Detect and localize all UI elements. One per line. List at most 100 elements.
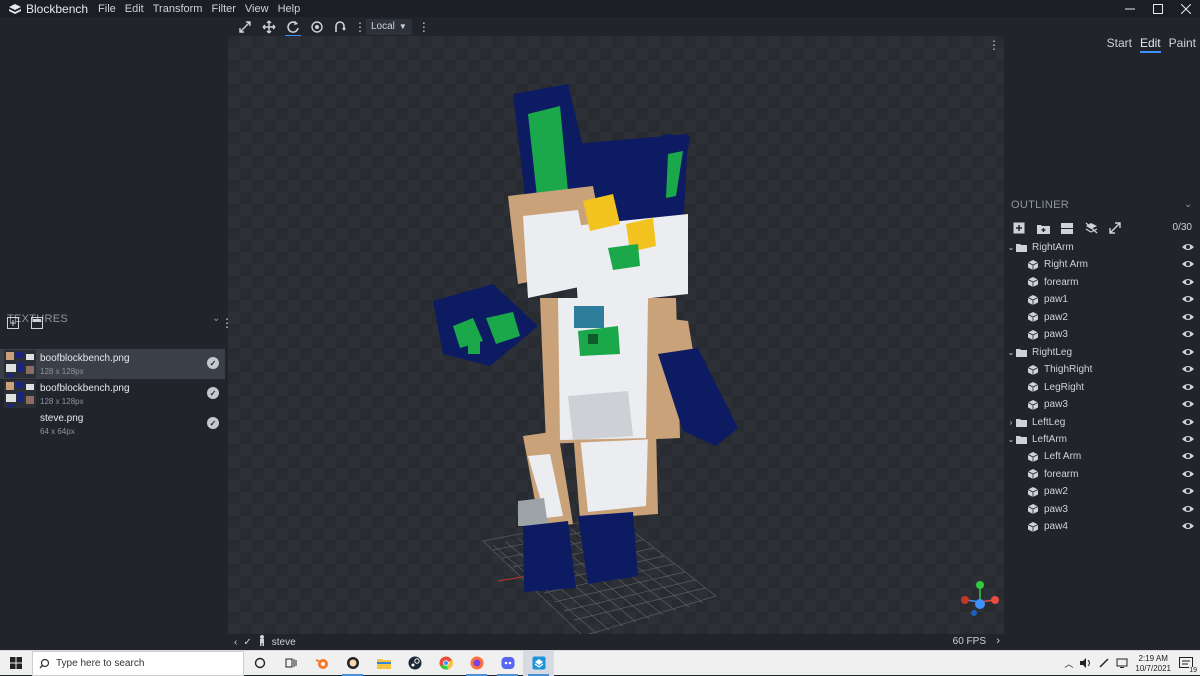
- chevron-right-icon[interactable]: ›: [1006, 418, 1016, 427]
- eye-icon[interactable]: [1182, 242, 1194, 252]
- menu-view[interactable]: View: [245, 3, 269, 15]
- tab-paint[interactable]: Paint: [1169, 36, 1196, 53]
- tab-start[interactable]: Start: [1107, 36, 1132, 53]
- eye-icon[interactable]: [1182, 469, 1194, 479]
- network-icon[interactable]: [1116, 658, 1128, 670]
- outliner-cube[interactable]: paw1: [1004, 291, 1200, 308]
- vertex-snap-icon[interactable]: [330, 18, 352, 36]
- menu-edit[interactable]: Edit: [125, 3, 144, 15]
- taskbar-search-input[interactable]: Type here to search: [32, 650, 244, 676]
- menu-file[interactable]: File: [98, 3, 116, 15]
- blockbench-taskbar-icon[interactable]: [523, 650, 554, 676]
- outliner-cube[interactable]: forearm: [1004, 274, 1200, 291]
- expand-icon[interactable]: [1106, 221, 1124, 235]
- axis-gizmo-icon[interactable]: [956, 580, 1002, 620]
- eye-icon[interactable]: [1182, 417, 1194, 427]
- pen-icon[interactable]: [1099, 657, 1109, 670]
- eye-icon[interactable]: [1182, 399, 1194, 409]
- eye-icon[interactable]: [1182, 312, 1194, 322]
- toolbar-more-icon[interactable]: ⋮: [354, 20, 366, 34]
- chevron-down-icon[interactable]: ⌄: [1006, 435, 1016, 444]
- transform-space-select[interactable]: Local ▼: [366, 18, 412, 35]
- chevron-down-icon[interactable]: ⌄: [1006, 243, 1016, 252]
- outliner-cube[interactable]: paw2: [1004, 309, 1200, 326]
- chevron-down-icon[interactable]: ⌄: [1006, 348, 1016, 357]
- right-sidebar: Start Edit Paint OUTLINER ⌄ 0/30 ⌄ RightA…: [1004, 17, 1200, 650]
- chevron-down-icon[interactable]: ⌄: [212, 313, 220, 324]
- eye-icon[interactable]: [1182, 259, 1194, 269]
- chevron-down-icon[interactable]: ⌄: [1184, 199, 1192, 210]
- eye-icon[interactable]: [1182, 504, 1194, 514]
- outliner-cube[interactable]: paw4: [1004, 518, 1200, 535]
- close-icon[interactable]: [1172, 0, 1200, 17]
- texture-item[interactable]: boofblockbench.png 128 x 128px ✓: [0, 379, 225, 409]
- cube-icon: [1028, 364, 1040, 375]
- eye-icon[interactable]: [1182, 451, 1194, 461]
- outliner-cube[interactable]: ThighRight: [1004, 361, 1200, 378]
- check-icon[interactable]: ✓: [243, 637, 251, 648]
- discord-icon[interactable]: [492, 651, 523, 676]
- chevron-up-icon[interactable]: ︿: [1064, 657, 1073, 670]
- outliner-group[interactable]: › LeftLeg: [1004, 414, 1200, 431]
- menu-help[interactable]: Help: [278, 3, 301, 15]
- eye-icon[interactable]: [1182, 382, 1194, 392]
- chevron-left-icon[interactable]: ‹: [234, 637, 237, 648]
- windows-start-icon[interactable]: [0, 651, 32, 676]
- maximize-icon[interactable]: [1144, 0, 1172, 17]
- minimize-icon[interactable]: [1116, 0, 1144, 17]
- move-tool-icon[interactable]: [234, 18, 256, 36]
- folder-icon: [1016, 434, 1028, 444]
- file-explorer-icon[interactable]: [368, 651, 399, 676]
- texture-name: boofblockbench.png: [40, 353, 130, 364]
- add-group-icon[interactable]: [1034, 221, 1052, 235]
- create-texture-icon[interactable]: [29, 316, 45, 330]
- caret-down-icon: ▼: [398, 22, 407, 31]
- add-cube-icon[interactable]: [1010, 221, 1028, 235]
- speaker-icon[interactable]: [1080, 657, 1092, 670]
- chrome-icon[interactable]: [430, 651, 461, 676]
- chevron-right-icon[interactable]: ›: [996, 635, 1000, 647]
- outliner-cube[interactable]: paw3: [1004, 501, 1200, 518]
- texture-item[interactable]: steve.png 64 x 64px ✓: [0, 409, 225, 439]
- cortana-icon[interactable]: [244, 651, 275, 676]
- outliner-cube[interactable]: Left Arm: [1004, 448, 1200, 465]
- task-view-icon[interactable]: [275, 651, 306, 676]
- import-texture-icon[interactable]: [5, 316, 21, 330]
- texture-thumbnail: [4, 380, 36, 408]
- taskbar-clock[interactable]: 2:19 AM 10/7/2021: [1135, 654, 1171, 674]
- outliner-group[interactable]: ⌄ RightArm: [1004, 239, 1200, 256]
- eye-icon[interactable]: [1182, 486, 1194, 496]
- menu-filter[interactable]: Filter: [211, 3, 235, 15]
- eye-icon[interactable]: [1182, 434, 1194, 444]
- eye-icon[interactable]: [1182, 364, 1194, 374]
- eye-icon[interactable]: [1182, 294, 1194, 304]
- outliner-group[interactable]: ⌄ LeftArm: [1004, 431, 1200, 448]
- blender-icon[interactable]: [306, 651, 337, 676]
- rotate-tool-icon[interactable]: [282, 18, 304, 37]
- outliner-cube[interactable]: Right Arm: [1004, 256, 1200, 273]
- outliner-cube[interactable]: LegRight: [1004, 379, 1200, 396]
- collapse-all-icon[interactable]: [1058, 221, 1076, 235]
- 3d-viewport[interactable]: ⋮: [228, 36, 1004, 634]
- notification-icon[interactable]: 19: [1179, 656, 1197, 674]
- pivot-tool-icon[interactable]: [306, 18, 328, 36]
- outliner-cube[interactable]: forearm: [1004, 466, 1200, 483]
- outliner-cube[interactable]: paw2: [1004, 483, 1200, 500]
- eye-icon[interactable]: [1182, 329, 1194, 339]
- toolbar-more-icon[interactable]: ⋮: [418, 20, 430, 34]
- menu-transform[interactable]: Transform: [153, 3, 203, 15]
- eye-icon[interactable]: [1182, 277, 1194, 287]
- vtuber-app-icon[interactable]: [337, 651, 368, 676]
- toggle-visibility-icon[interactable]: [1082, 221, 1100, 235]
- eye-icon[interactable]: [1182, 347, 1194, 357]
- firefox-icon[interactable]: [461, 651, 492, 676]
- outliner-cube[interactable]: paw3: [1004, 326, 1200, 343]
- eye-icon[interactable]: [1182, 521, 1194, 531]
- texture-item[interactable]: boofblockbench.png 128 x 128px ✓: [0, 349, 225, 379]
- resize-tool-icon[interactable]: [258, 18, 280, 36]
- tab-edit[interactable]: Edit: [1139, 36, 1161, 53]
- model-head: [508, 84, 690, 306]
- outliner-group[interactable]: ⌄ RightLeg: [1004, 344, 1200, 361]
- outliner-cube[interactable]: paw3: [1004, 396, 1200, 413]
- steam-icon[interactable]: [399, 651, 430, 676]
